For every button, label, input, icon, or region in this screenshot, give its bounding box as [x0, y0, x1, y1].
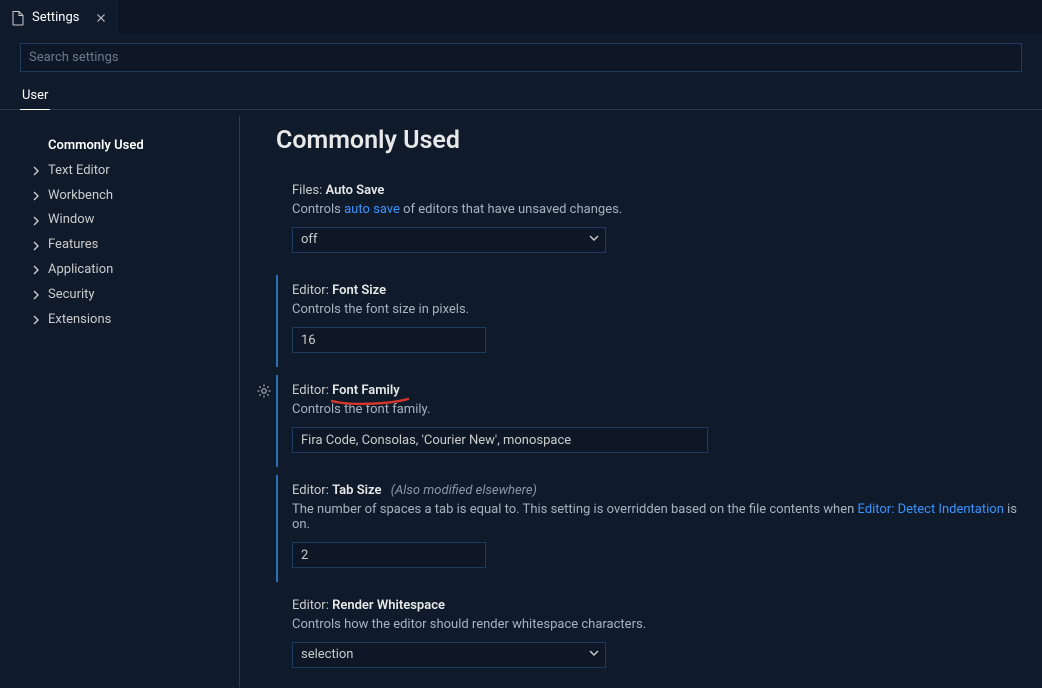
chevron-right-icon [30, 166, 42, 176]
sidebar-item-label: Commonly Used [48, 136, 144, 157]
render-whitespace-select[interactable]: selection [292, 642, 606, 668]
sidebar-item-text-editor[interactable]: Text Editor [30, 159, 239, 184]
tab-label: Settings [32, 10, 79, 25]
setting-description: Controls the font size in pixels. [292, 302, 1034, 317]
sidebar-item-extensions[interactable]: Extensions [30, 308, 239, 333]
sidebar-item-label: Extensions [48, 310, 111, 331]
sidebar-item-workbench[interactable]: Workbench [30, 184, 239, 209]
sidebar-item-application[interactable]: Application [30, 258, 239, 283]
sidebar-item-label: Window [48, 210, 94, 231]
setting-description: Controls how the editor should render wh… [292, 617, 1034, 632]
sidebar-item-label: Text Editor [48, 161, 110, 182]
setting-header: Editor: Render Whitespace [292, 598, 1034, 613]
gear-icon[interactable] [256, 383, 272, 403]
setting-description: Controls the font family. [292, 402, 1034, 417]
sidebar-item-label: Security [48, 285, 95, 306]
sidebar-item-label: Application [48, 260, 113, 281]
sidebar-item-label: Workbench [48, 186, 113, 207]
setting-auto-save: Files: Auto Save Controls auto save of e… [276, 175, 1034, 267]
scope-tab-user[interactable]: User [20, 84, 50, 110]
search-input[interactable] [20, 43, 1022, 72]
chevron-right-icon [30, 191, 42, 201]
chevron-right-icon [30, 315, 42, 325]
setting-header: Editor: Font Family [292, 383, 1034, 398]
close-icon[interactable] [91, 8, 111, 28]
search-row [0, 35, 1042, 78]
sidebar-item-features[interactable]: Features [30, 233, 239, 258]
link-detect-indentation[interactable]: Editor: Detect Indentation [858, 502, 1004, 517]
font-size-input[interactable] [292, 327, 486, 353]
setting-description: Controls auto save of editors that have … [292, 202, 1034, 217]
auto-save-select[interactable]: off [292, 227, 606, 253]
sidebar-item-label: Features [48, 235, 98, 256]
setting-header: Editor: Tab Size (Also modified elsewher… [292, 483, 1034, 498]
chevron-right-icon [30, 241, 42, 251]
tab-size-input[interactable] [292, 542, 486, 568]
sidebar-item-commonly-used[interactable]: Commonly Used [30, 134, 239, 159]
tab-bar: Settings [0, 0, 1042, 35]
section-title: Commonly Used [276, 126, 1034, 155]
scope-tabs: User [0, 78, 1042, 110]
sidebar-item-window[interactable]: Window [30, 208, 239, 233]
setting-font-family: Editor: Font Family Controls the font fa… [276, 375, 1034, 467]
setting-render-whitespace: Editor: Render Whitespace Controls how t… [276, 590, 1034, 682]
setting-tab-size: Editor: Tab Size (Also modified elsewher… [276, 475, 1034, 582]
font-family-input[interactable] [292, 427, 708, 453]
file-icon [10, 10, 26, 26]
settings-content: Commonly Used Files: Auto Save Controls … [240, 110, 1042, 687]
sidebar-item-security[interactable]: Security [30, 283, 239, 308]
chevron-right-icon [30, 290, 42, 300]
tab-settings[interactable]: Settings [0, 0, 120, 35]
chevron-right-icon [30, 265, 42, 275]
setting-font-size: Editor: Font Size Controls the font size… [276, 275, 1034, 367]
setting-header: Files: Auto Save [292, 183, 1034, 198]
setting-header: Editor: Font Size [292, 283, 1034, 298]
chevron-right-icon [30, 216, 42, 226]
setting-description: The number of spaces a tab is equal to. … [292, 502, 1034, 532]
link-auto-save[interactable]: auto save [344, 202, 400, 217]
settings-sidebar: Commonly Used Text Editor Workbench Wind… [0, 116, 240, 687]
